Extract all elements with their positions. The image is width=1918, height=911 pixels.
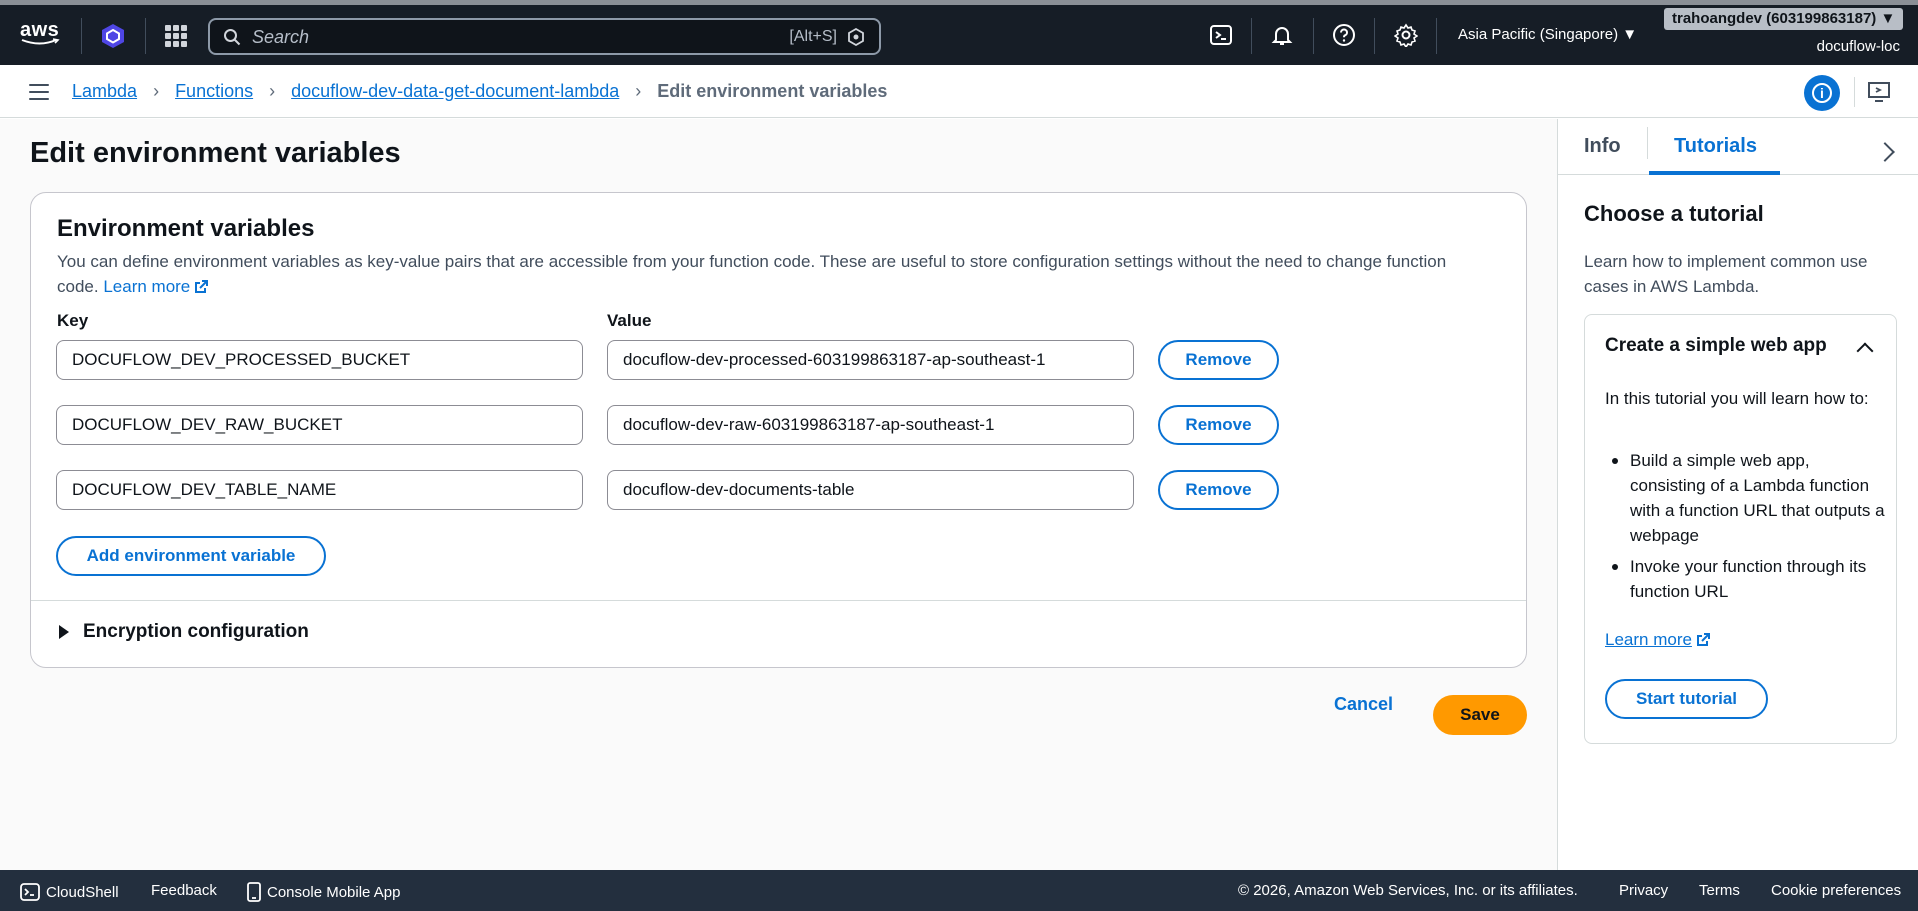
top-strip (0, 0, 1918, 5)
tutorial-intro: In this tutorial you will learn how to: (1605, 389, 1869, 408)
env-value-input[interactable]: docuflow-dev-processed-603199863187-ap-s… (607, 340, 1134, 380)
info-icon: i (1812, 83, 1832, 103)
aws-logo-text: aws (20, 19, 60, 41)
region-selector[interactable]: Asia Pacific (Singapore) ▼ (1458, 26, 1637, 43)
page-title: Edit environment variables (30, 137, 401, 169)
encryption-configuration-toggle[interactable]: Encryption configuration (59, 621, 309, 643)
value-column-label: Value (607, 311, 652, 330)
search-placeholder: Search (252, 27, 310, 47)
nav-divider (145, 18, 146, 54)
footer-feedback[interactable]: Feedback (151, 882, 217, 899)
search-icon (224, 29, 241, 46)
save-button[interactable]: Save (1433, 695, 1527, 735)
panel-title: Choose a tutorial (1584, 201, 1764, 226)
breadcrumb: Lambda › Functions › docuflow-dev-data-g… (72, 81, 887, 102)
add-environment-variable-button[interactable]: Add environment variable (56, 536, 326, 576)
footer-cloudshell-label: CloudShell (46, 883, 119, 901)
nav-divider (1251, 18, 1252, 54)
env-key-input[interactable]: DOCUFLOW_DEV_TABLE_NAME (56, 470, 583, 510)
settings-gear-icon[interactable] (1394, 23, 1418, 47)
breadcrumb-functions[interactable]: Functions (175, 81, 253, 102)
card-description: You can define environment variables as … (57, 249, 1477, 299)
env-value-input[interactable]: docuflow-dev-raw-603199863187-ap-southea… (607, 405, 1134, 445)
external-link-icon (1696, 633, 1710, 646)
cloudshell-icon (20, 883, 40, 901)
tab-tutorials[interactable]: Tutorials (1674, 135, 1757, 158)
chevron-right-icon: › (269, 81, 276, 101)
panel-description: Learn how to implement common use cases … (1584, 252, 1868, 296)
footer-cloudshell[interactable]: CloudShell (20, 882, 119, 902)
nav-divider (1374, 18, 1375, 54)
nav-divider (1436, 18, 1437, 54)
help-icon[interactable] (1332, 23, 1356, 47)
extension-hexagon-icon[interactable] (100, 23, 126, 49)
chevron-right-icon: › (153, 81, 160, 101)
breadcrumb-lambda[interactable]: Lambda (72, 81, 137, 102)
help-panel: Info Tutorials Choose a tutorial Learn h… (1557, 119, 1918, 870)
footer-mobile-app-label: Console Mobile App (267, 883, 401, 901)
footer-copyright: © 2026, Amazon Web Services, Inc. or its… (1238, 882, 1578, 899)
footer: CloudShell Feedback Console Mobile App ©… (0, 870, 1918, 911)
tab-info[interactable]: Info (1584, 135, 1621, 158)
chevron-right-icon: › (635, 81, 642, 101)
main-content: Edit environment variables Environment v… (0, 119, 1557, 870)
list-item: Build a simple web app, consisting of a … (1605, 448, 1885, 548)
env-key-input[interactable]: DOCUFLOW_DEV_RAW_BUCKET (56, 405, 583, 445)
cancel-button[interactable]: Cancel (1334, 694, 1393, 715)
breadcrumb-current: Edit environment variables (657, 81, 888, 101)
footer-cookie-preferences[interactable]: Cookie preferences (1771, 882, 1901, 899)
aws-logo[interactable]: aws (20, 20, 62, 48)
env-value-input[interactable]: docuflow-dev-documents-table (607, 470, 1134, 510)
remove-button[interactable]: Remove (1158, 405, 1279, 445)
env-variables-card: Environment variables You can define env… (30, 192, 1527, 668)
learn-more-label: Learn more (103, 277, 191, 296)
breadcrumb-function-name[interactable]: docuflow-dev-data-get-document-lambda (291, 81, 619, 102)
footer-privacy[interactable]: Privacy (1619, 882, 1668, 899)
remove-button[interactable]: Remove (1158, 340, 1279, 380)
tab-divider (1647, 127, 1648, 159)
env-key-input[interactable]: DOCUFLOW_DEV_PROCESSED_BUCKET (56, 340, 583, 380)
tutorial-learn-more-label: Learn more (1605, 630, 1692, 649)
display-preferences-icon[interactable] (1868, 81, 1892, 103)
remove-button[interactable]: Remove (1158, 470, 1279, 510)
chevron-up-icon[interactable] (1856, 342, 1874, 360)
breadcrumb-bar: Lambda › Functions › docuflow-dev-data-g… (0, 65, 1918, 118)
tutorial-title[interactable]: Create a simple web app (1605, 335, 1827, 357)
cloudshell-icon[interactable] (1209, 23, 1233, 47)
card-description-text: You can define environment variables as … (57, 252, 1447, 296)
external-link-icon (195, 280, 209, 293)
search-bar[interactable]: Search [Alt+S] (208, 18, 881, 55)
active-tab-indicator (1649, 171, 1780, 175)
tutorial-steps: Build a simple web app, consisting of a … (1605, 448, 1885, 610)
card-divider (31, 600, 1526, 601)
start-tutorial-button[interactable]: Start tutorial (1605, 679, 1768, 719)
nav-divider (81, 18, 82, 54)
info-panel-button[interactable]: i (1804, 75, 1840, 111)
account-menu[interactable]: trahoangdev (603199863187) ▼ (1664, 8, 1904, 30)
key-column-label: Key (57, 311, 89, 330)
footer-terms[interactable]: Terms (1699, 882, 1740, 899)
chevron-right-icon[interactable] (1875, 142, 1895, 162)
learn-more-link[interactable]: Learn more (103, 277, 209, 296)
breadcrumb-divider (1854, 77, 1855, 107)
amazon-q-icon[interactable] (847, 28, 865, 46)
services-grid-icon[interactable] (165, 25, 187, 47)
encryption-configuration-label: Encryption configuration (83, 621, 309, 642)
footer-mobile-app[interactable]: Console Mobile App (247, 882, 400, 902)
search-shortcut: [Alt+S] (789, 28, 837, 45)
nav-divider (1313, 18, 1314, 54)
list-item: Invoke your function through its functio… (1605, 554, 1885, 604)
account-alias: docuflow-loc (1816, 38, 1900, 55)
mobile-phone-icon (247, 882, 261, 902)
top-navigation: aws Search [Alt+S] Asia Pacific (Singapo… (0, 0, 1918, 65)
menu-hamburger-icon[interactable] (29, 84, 49, 100)
tutorial-card: Create a simple web app In this tutorial… (1584, 314, 1897, 744)
caret-right-icon (59, 625, 69, 639)
card-title: Environment variables (57, 215, 315, 242)
tutorial-learn-more-link[interactable]: Learn more (1605, 630, 1711, 650)
notifications-bell-icon[interactable] (1270, 23, 1294, 47)
